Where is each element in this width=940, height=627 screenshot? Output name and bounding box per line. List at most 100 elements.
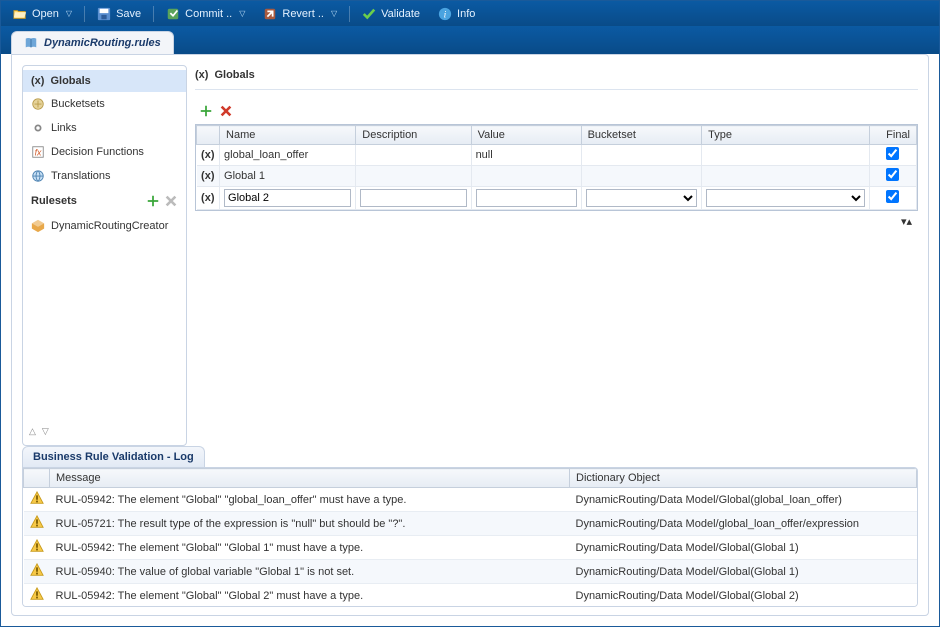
validate-button[interactable]: Validate [354, 5, 428, 23]
log-row[interactable]: RUL-05940: The value of global variable … [24, 560, 917, 584]
cell-name[interactable]: Global 1 [220, 166, 356, 187]
global-row-icon: (x) [201, 192, 216, 204]
col-bucketset[interactable]: Bucketset [581, 126, 702, 145]
cell-bucketset[interactable] [581, 145, 702, 166]
sidebar-item-label: Globals [50, 75, 90, 87]
bucketset-select[interactable] [586, 189, 698, 207]
cell-name[interactable]: global_loan_offer [220, 145, 356, 166]
col-value[interactable]: Value [471, 126, 581, 145]
col-type[interactable]: Type [702, 126, 870, 145]
warning-icon [30, 587, 44, 601]
floppy-icon [97, 7, 111, 21]
decision-icon: fx [31, 145, 45, 159]
value-input[interactable] [476, 189, 577, 207]
col-final[interactable]: Final [869, 126, 916, 145]
sidebar-item-bucketsets[interactable]: Bucketsets [23, 92, 186, 116]
col-description[interactable]: Description [356, 126, 471, 145]
save-button[interactable]: Save [89, 5, 149, 23]
cell-type[interactable] [702, 166, 870, 187]
info-button[interactable]: i Info [430, 5, 483, 23]
sidebar-item-links[interactable]: Links [23, 116, 186, 140]
warning-icon [30, 515, 44, 529]
main-toolbar: Open ▽ Save Commit .. ▽ Revert .. ▽ Vali… [1, 1, 939, 26]
log-row[interactable]: RUL-05721: The result type of the expres… [24, 512, 917, 536]
log-col-message[interactable]: Message [50, 469, 570, 488]
sidebar-item-label: Links [51, 122, 77, 134]
ruleset-icon [31, 219, 45, 233]
type-select[interactable] [706, 189, 865, 207]
sidebar-item-label: Bucketsets [51, 98, 105, 110]
log-message: RUL-05940: The value of global variable … [50, 560, 570, 584]
log-object: DynamicRouting/Data Model/global_loan_of… [570, 512, 917, 536]
links-icon [31, 121, 45, 135]
warning-icon [30, 539, 44, 553]
description-input[interactable] [360, 189, 466, 207]
cell-type[interactable] [702, 145, 870, 166]
cell-description[interactable] [356, 166, 471, 187]
save-label: Save [116, 8, 141, 20]
log-message: RUL-05721: The result type of the expres… [50, 512, 570, 536]
col-name[interactable]: Name [220, 126, 356, 145]
sidebar-item-translations[interactable]: Translations [23, 164, 186, 188]
file-tabstrip: DynamicRouting.rules [1, 26, 939, 54]
svg-text:fx: fx [35, 148, 42, 158]
collapse-toggle-icon[interactable]: ▾▴ [901, 215, 912, 228]
sidebar-item-label: Decision Functions [51, 146, 144, 158]
log-row[interactable]: RUL-05942: The element "Global" "Global … [24, 536, 917, 560]
ruleset-label: DynamicRoutingCreator [51, 220, 168, 232]
revert-label: Revert .. [282, 8, 324, 20]
revert-button[interactable]: Revert .. ▽ [255, 5, 345, 23]
cell-description[interactable] [356, 145, 471, 166]
cell-bucketset[interactable] [581, 166, 702, 187]
delete-icon[interactable] [219, 104, 233, 118]
log-message: RUL-05942: The element "Global" "Global … [50, 584, 570, 608]
final-checkbox[interactable] [886, 168, 899, 181]
log-tab[interactable]: Business Rule Validation - Log [22, 446, 205, 467]
delete-icon[interactable] [164, 194, 178, 208]
ruleset-item[interactable]: DynamicRoutingCreator [23, 214, 186, 238]
global-row-icon: (x) [201, 170, 216, 182]
log-message: RUL-05942: The element "Global" "global_… [50, 488, 570, 512]
log-row[interactable]: RUL-05942: The element "Global" "Global … [24, 584, 917, 608]
add-icon[interactable] [199, 104, 213, 118]
log-panel: Business Rule Validation - Log Message D… [22, 446, 918, 607]
svg-text:i: i [444, 9, 447, 20]
sidebar-item-decision-functions[interactable]: fx Decision Functions [23, 140, 186, 164]
revert-icon [263, 7, 277, 21]
table-row[interactable]: (x) global_loan_offer null [197, 145, 917, 166]
global-row-icon: (x) [201, 149, 216, 161]
add-icon[interactable] [146, 194, 160, 208]
final-checkbox[interactable] [886, 190, 899, 203]
log-object: DynamicRouting/Data Model/Global(Global … [570, 536, 917, 560]
globals-icon: (x) [195, 69, 208, 81]
sidebar-item-globals[interactable]: (x) Globals [23, 70, 186, 92]
content-title: (x) Globals [195, 65, 918, 90]
log-row[interactable]: RUL-05942: The element "Global" "global_… [24, 488, 917, 512]
table-row[interactable]: (x) Global 1 [197, 166, 917, 187]
log-object: DynamicRouting/Data Model/Global(Global … [570, 560, 917, 584]
bucketsets-icon [31, 97, 45, 111]
file-tab[interactable]: DynamicRouting.rules [11, 31, 174, 54]
commit-icon [166, 7, 180, 21]
dropdown-icon: ▽ [239, 9, 245, 18]
open-button[interactable]: Open ▽ [5, 5, 80, 23]
name-input[interactable] [224, 189, 351, 207]
nav-arrows: △ ▽ [23, 422, 186, 441]
log-col-object[interactable]: Dictionary Object [570, 469, 917, 488]
up-icon[interactable]: △ [29, 426, 36, 437]
cell-value[interactable] [471, 166, 581, 187]
cell-value[interactable]: null [471, 145, 581, 166]
content-title-label: Globals [214, 69, 254, 81]
commit-button[interactable]: Commit .. ▽ [158, 5, 253, 23]
translations-icon [31, 169, 45, 183]
left-sidebar: (x) Globals Bucketsets Links fx Decision… [22, 65, 187, 446]
log-title: Business Rule Validation - Log [33, 451, 194, 463]
folder-open-icon [13, 7, 27, 21]
final-checkbox[interactable] [886, 147, 899, 160]
warning-icon [30, 563, 44, 577]
globals-table: Name Description Value Bucketset Type Fi… [195, 124, 918, 211]
validate-label: Validate [381, 8, 420, 20]
down-icon[interactable]: ▽ [42, 426, 49, 437]
rulesets-label: Rulesets [31, 195, 77, 207]
table-row[interactable]: (x) [197, 187, 917, 210]
